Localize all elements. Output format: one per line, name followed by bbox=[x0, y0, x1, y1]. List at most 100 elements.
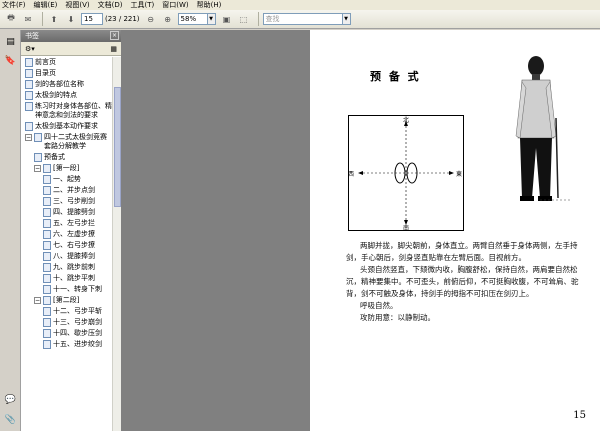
next-page-icon[interactable]: ⬇ bbox=[64, 13, 78, 26]
collapse-icon[interactable]: − bbox=[34, 165, 41, 172]
bookmark-item[interactable]: 十二、弓步平斩 bbox=[21, 306, 113, 317]
posture-figure bbox=[515, 56, 570, 201]
bookmark-item[interactable]: 三、弓步削剑 bbox=[21, 196, 113, 207]
bookmark-item[interactable]: − 四十二式太极剑竞赛套路分解教学 bbox=[21, 132, 113, 152]
bookmarks-panel: 书签 × ⚙▾ ▦ 前言页目录页剑的各部位名称 太极剑的特点练习时对身体各部位、精… bbox=[21, 30, 122, 431]
expand-icon[interactable]: ▦ bbox=[110, 45, 117, 53]
bookmark-icon bbox=[25, 102, 33, 111]
panel-title-label: 书签 bbox=[25, 32, 39, 40]
find-input[interactable]: 查找 bbox=[262, 13, 343, 25]
navigation-rail: ▤ 🔖 💬 📎 bbox=[0, 30, 21, 431]
bookmark-item[interactable]: 十一、转身下刺 bbox=[21, 284, 113, 295]
email-icon[interactable]: ✉ bbox=[21, 13, 35, 26]
paragraph: 两脚并拢，脚尖朝前，身体直立。两臂自然垂于身体两侧，左手持剑，手心朝后，剑身竖直… bbox=[346, 241, 578, 262]
bookmark-item[interactable]: 十五、进步绞剑 bbox=[21, 339, 113, 350]
find-dropdown-arrow[interactable]: ▼ bbox=[342, 13, 351, 25]
collapse-icon[interactable]: − bbox=[25, 134, 32, 141]
bookmark-label: 三、弓步削剑 bbox=[53, 197, 95, 205]
bookmark-item[interactable]: 八、提膝捧剑 bbox=[21, 251, 113, 262]
bookmark-item[interactable]: − [第二段] bbox=[21, 295, 113, 306]
menu-document[interactable]: 文档(D) bbox=[98, 0, 123, 10]
menu-view[interactable]: 视图(V) bbox=[65, 0, 89, 10]
bookmark-label: 九、跳步前刺 bbox=[53, 263, 95, 271]
bookmark-item[interactable]: 六、左虚步撩 bbox=[21, 229, 113, 240]
bookmark-item[interactable]: 五、左弓步拦 bbox=[21, 218, 113, 229]
page-title: 预 备 式 bbox=[370, 70, 421, 83]
document-viewer: 预 备 式 北 南 西 東 两脚并拢，脚尖朝前，身体直立。两臂自然垂于身体两侧，… bbox=[122, 30, 600, 431]
close-icon[interactable]: × bbox=[110, 31, 119, 40]
bookmark-item[interactable]: 目录页 bbox=[21, 68, 113, 79]
fit-page-icon[interactable]: ▣ bbox=[220, 13, 234, 26]
bookmark-label: 太极剑的特点 bbox=[35, 91, 77, 99]
toolbar: 🖶 ✉ ⬆ ⬇ 15 (23 / 221) ⊖ ⊕ 58% ▼ ▣ ⬚ 查找 ▼ bbox=[0, 10, 600, 29]
fit-width-icon[interactable]: ⬚ bbox=[237, 13, 251, 26]
menu-help[interactable]: 帮助(H) bbox=[197, 0, 222, 10]
bookmark-label: 十四、歇步压剑 bbox=[53, 329, 102, 337]
bookmark-item[interactable]: 预备式 bbox=[21, 152, 113, 163]
bookmark-item[interactable]: 练习时对身体各部位、精神意念和剑法的要求 bbox=[21, 101, 113, 121]
bookmark-label: 六、左虚步撩 bbox=[53, 230, 95, 238]
menu-window[interactable]: 窗口(W) bbox=[162, 0, 188, 10]
bookmark-icon bbox=[43, 241, 51, 250]
bookmark-tree: 前言页目录页剑的各部位名称 太极剑的特点练习时对身体各部位、精神意念和剑法的要求太… bbox=[21, 57, 113, 431]
menu-tools[interactable]: 工具(T) bbox=[131, 0, 155, 10]
bookmark-item[interactable]: 太极剑基本动作要求 bbox=[21, 121, 113, 132]
bookmark-item[interactable]: 九、跳步前刺 bbox=[21, 262, 113, 273]
zoom-dropdown-arrow[interactable]: ▼ bbox=[207, 13, 216, 25]
bookmark-icon bbox=[25, 69, 33, 78]
bookmark-label: 十二、弓步平斩 bbox=[53, 307, 102, 315]
bookmark-item[interactable]: 剑的各部位名称 bbox=[21, 79, 113, 90]
bookmark-label: 十、跳步平刺 bbox=[53, 274, 95, 282]
zoom-level-input[interactable]: 58% bbox=[177, 13, 208, 25]
bookmark-item[interactable]: 十、跳步平刺 bbox=[21, 273, 113, 284]
bookmark-label: 十三、弓步崩剑 bbox=[53, 318, 102, 326]
zoom-in-icon[interactable]: ⊕ bbox=[161, 13, 175, 26]
direction-diagram-lines bbox=[358, 121, 454, 225]
previous-page-icon[interactable]: ⬆ bbox=[47, 13, 61, 26]
page-body-text: 两脚并拢，脚尖朝前，身体直立。两臂自然垂于身体两侧，左手持剑，手心朝后，剑身竖直… bbox=[346, 240, 586, 324]
panel-title: 书签 × bbox=[21, 30, 121, 42]
bookmark-label: 太极剑基本动作要求 bbox=[35, 122, 98, 130]
bookmark-label: 四、提膝劈剑 bbox=[53, 208, 95, 216]
bookmark-item[interactable]: 二、并步点剑 bbox=[21, 185, 113, 196]
bookmark-label: 前言页 bbox=[35, 58, 56, 66]
pages-icon[interactable]: ▤ bbox=[3, 34, 18, 49]
zoom-out-icon[interactable]: ⊖ bbox=[144, 13, 158, 26]
bookmark-icon bbox=[43, 296, 51, 305]
attachments-icon[interactable]: 📎 bbox=[3, 412, 18, 427]
options-icon[interactable]: ⚙▾ bbox=[25, 45, 35, 53]
bookmark-item[interactable]: 前言页 bbox=[21, 57, 113, 68]
bookmark-label: 五、左弓步拦 bbox=[53, 219, 95, 227]
page-number-input[interactable]: 15 bbox=[81, 13, 103, 25]
comments-icon[interactable]: 💬 bbox=[3, 392, 18, 407]
bookmark-item[interactable]: 七、右弓步撩 bbox=[21, 240, 113, 251]
print-icon[interactable]: 🖶 bbox=[4, 13, 18, 26]
bookmark-icon bbox=[25, 91, 33, 100]
page-count-label: (23 / 221) bbox=[105, 15, 140, 23]
menu-file[interactable]: 文件(F) bbox=[2, 0, 26, 10]
bookmark-icon bbox=[25, 80, 33, 89]
bookmark-item[interactable]: − [第一段] bbox=[21, 163, 113, 174]
direction-diagram: 北 南 西 東 bbox=[348, 115, 464, 232]
bookmark-icon bbox=[43, 252, 51, 261]
menu-edit[interactable]: 编辑(E) bbox=[34, 0, 58, 10]
bookmark-item[interactable]: 四、提膝劈剑 bbox=[21, 207, 113, 218]
page-number: 15 bbox=[573, 410, 586, 421]
bookmark-label: [第二段] bbox=[53, 296, 80, 304]
bookmark-icon bbox=[43, 340, 51, 349]
bookmark-icon bbox=[43, 197, 51, 206]
panel-scrollbar[interactable] bbox=[112, 57, 121, 431]
bookmark-icon bbox=[43, 307, 51, 316]
bookmark-item[interactable]: 十四、歇步压剑 bbox=[21, 328, 113, 339]
bookmark-item[interactable]: 十三、弓步崩剑 bbox=[21, 317, 113, 328]
bookmarks-icon[interactable]: 🔖 bbox=[3, 53, 18, 68]
paragraph: 头颈自然竖直，下颏微内收，胸腹舒松，保持自然，两肩要自然松沉，精神要集中。不可歪… bbox=[346, 265, 579, 298]
document-page: 预 备 式 北 南 西 東 两脚并拢，脚尖朝前，身体直立。两臂自然垂于身体两侧，… bbox=[310, 30, 600, 431]
paragraph: 呼吸自然。 bbox=[360, 301, 398, 310]
bookmark-icon bbox=[25, 58, 33, 67]
collapse-icon[interactable]: − bbox=[34, 297, 41, 304]
bookmark-label: 目录页 bbox=[35, 69, 56, 77]
scrollbar-thumb[interactable] bbox=[114, 87, 121, 207]
bookmark-item[interactable]: 太极剑的特点 bbox=[21, 90, 113, 101]
bookmark-item[interactable]: 一、起势 bbox=[21, 174, 113, 185]
